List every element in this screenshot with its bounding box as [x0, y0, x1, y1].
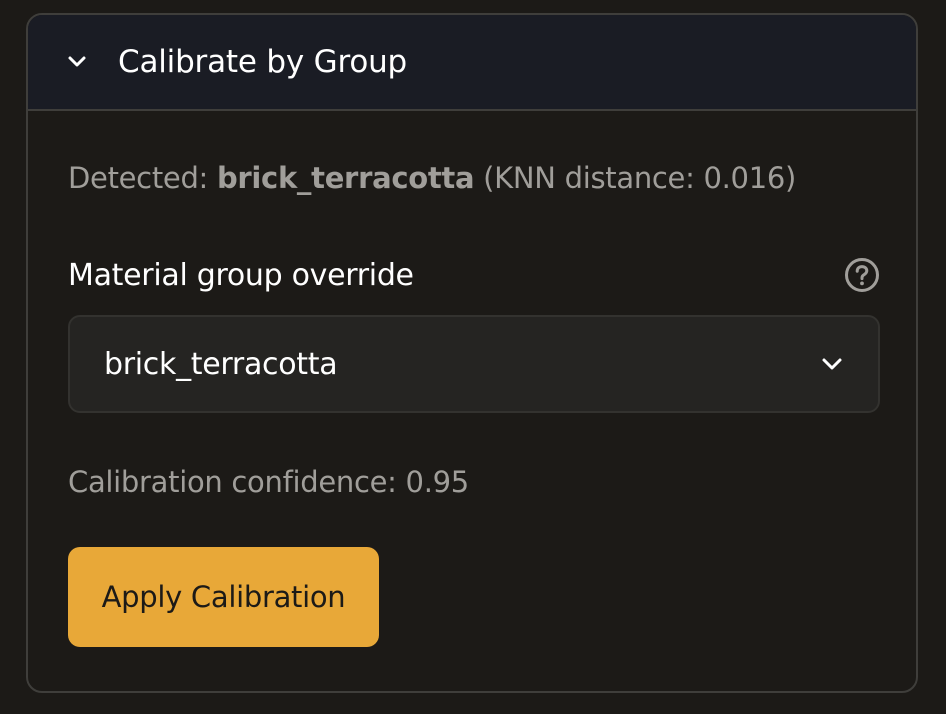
select-value: brick_terracotta [104, 346, 338, 382]
chevron-down-icon [820, 352, 844, 376]
detected-group: brick_terracotta [216, 161, 475, 195]
calibrate-panel: Calibrate by Group Detected: brick_terra… [26, 13, 918, 693]
panel-title: Calibrate by Group [118, 44, 408, 80]
panel-body: Detected: brick_terracotta (KNN distance… [28, 161, 916, 647]
override-label-row: Material group override [68, 257, 880, 293]
calibration-confidence: Calibration confidence: 0.95 [68, 465, 469, 499]
detected-info: Detected: brick_terracotta (KNN distance… [68, 161, 876, 195]
chevron-down-icon[interactable] [66, 51, 88, 73]
apply-calibration-button[interactable]: Apply Calibration [68, 547, 379, 647]
material-group-select[interactable]: brick_terracotta [68, 315, 880, 413]
panel-header[interactable]: Calibrate by Group [28, 15, 916, 111]
detected-prefix: Detected: [68, 161, 217, 195]
help-circle-icon[interactable] [844, 257, 880, 293]
override-label: Material group override [68, 257, 414, 293]
knn-distance: (KNN distance: 0.016) [474, 161, 797, 195]
